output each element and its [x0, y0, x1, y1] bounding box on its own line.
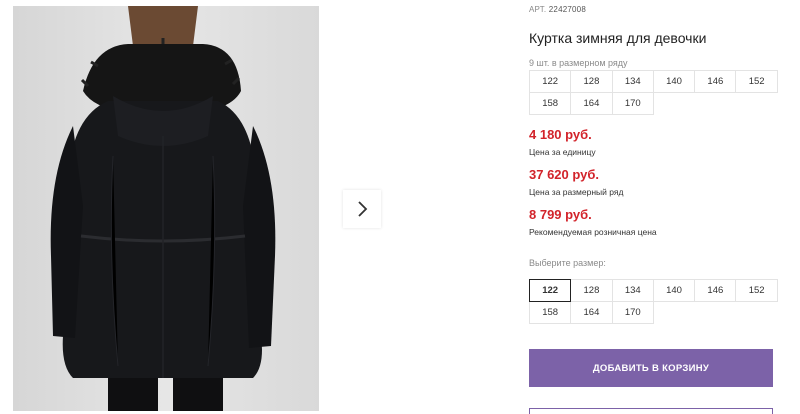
article-number: АРТ. 22427008	[529, 5, 586, 14]
pack-size-cell: 158	[529, 92, 572, 115]
size-option-146[interactable]: 146	[694, 279, 737, 302]
retail-price: 8 799 руб.	[529, 207, 592, 222]
next-image-button[interactable]	[343, 190, 381, 228]
pack-size-cell: 164	[570, 92, 613, 115]
size-option-140[interactable]: 140	[652, 279, 696, 302]
retail-price-label: Рекомендуемая розничная цена	[529, 227, 657, 237]
pack-size-cell: 152	[735, 70, 778, 93]
add-to-cart-button[interactable]: ДОБАВИТЬ В КОРЗИНУ	[529, 349, 773, 387]
size-option-164[interactable]: 164	[570, 301, 613, 324]
product-gallery	[0, 0, 400, 411]
product-photo[interactable]	[13, 6, 319, 411]
unit-price: 4 180 руб.	[529, 127, 592, 142]
pack-size-cell: 128	[570, 70, 613, 93]
secondary-button[interactable]	[529, 408, 773, 414]
article-value: 22427008	[548, 5, 586, 14]
size-selector: 122 128 134 140 146 152 158 164 170	[529, 279, 778, 324]
size-option-158[interactable]: 158	[529, 301, 572, 324]
product-title: Куртка зимняя для девочки	[529, 30, 707, 46]
size-option-134[interactable]: 134	[611, 279, 654, 302]
pack-price: 37 620 руб.	[529, 167, 600, 182]
pack-size-cell: 122	[529, 70, 572, 93]
pack-price-label: Цена за размерный ряд	[529, 187, 624, 197]
size-option-170[interactable]: 170	[611, 301, 654, 324]
article-label: АРТ.	[529, 5, 547, 14]
chevron-right-icon	[358, 201, 368, 217]
pack-size-cell: 170	[611, 92, 654, 115]
unit-price-label: Цена за единицу	[529, 147, 596, 157]
size-option-128[interactable]: 128	[570, 279, 613, 302]
pack-size-cell: 134	[611, 70, 654, 93]
pack-size-cell: 140	[652, 70, 696, 93]
jacket-photo	[13, 6, 319, 411]
size-option-122[interactable]: 122	[529, 279, 572, 302]
choose-size-label: Выберите размер:	[529, 258, 606, 268]
pack-sizes-grid: 122 128 134 140 146 152 158 164 170	[529, 70, 778, 115]
size-option-152[interactable]: 152	[735, 279, 778, 302]
pack-sizes-label: 9 шт. в размерном ряду	[529, 58, 628, 68]
pack-size-cell: 146	[694, 70, 737, 93]
